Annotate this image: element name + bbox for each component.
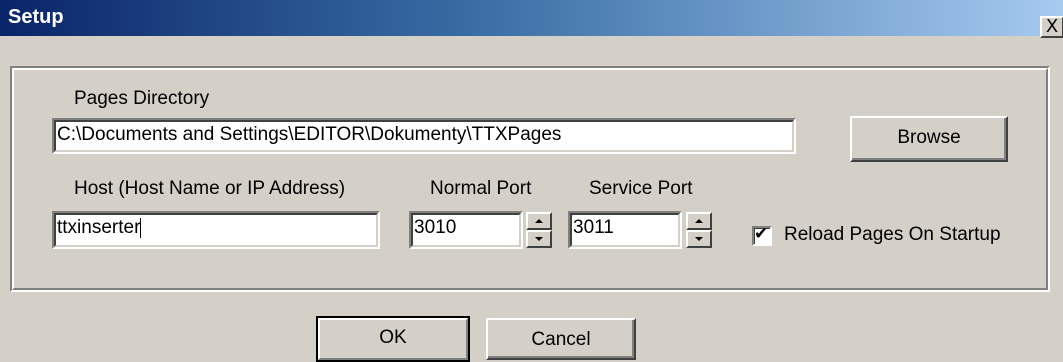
service-port-up-button[interactable] <box>686 212 712 230</box>
normal-port-input[interactable]: 3010 <box>409 211 523 249</box>
close-icon: X <box>1045 16 1059 37</box>
normal-port-value: 3010 <box>414 217 457 238</box>
pages-directory-input[interactable]: C:\Documents and Settings\EDITOR\Dokumen… <box>52 118 796 154</box>
host-value: ttxinserter <box>57 217 141 238</box>
check-mark-icon: ✔ <box>754 224 769 244</box>
text-caret <box>140 217 142 238</box>
host-input[interactable]: ttxinserter <box>52 211 380 249</box>
cancel-button[interactable]: Cancel <box>486 318 636 360</box>
reload-pages-label[interactable]: Reload Pages On Startup <box>784 224 1001 246</box>
reload-pages-checkbox[interactable]: ✔ <box>752 224 772 246</box>
browse-button[interactable]: Browse <box>850 116 1008 162</box>
host-label: Host (Host Name or IP Address) <box>74 178 346 199</box>
ok-button[interactable]: OK <box>316 316 470 362</box>
normal-port-spinner[interactable] <box>526 212 552 248</box>
browse-button-label: Browse <box>897 127 961 148</box>
service-port-down-button[interactable] <box>686 230 712 248</box>
service-port-input[interactable]: 3011 <box>568 211 682 249</box>
normal-port-up-button[interactable] <box>526 212 552 230</box>
service-port-value: 3011 <box>573 217 614 238</box>
spin-up-arrow-icon <box>695 219 703 223</box>
spin-down-arrow-icon <box>535 237 543 241</box>
service-port-spinner[interactable] <box>686 212 712 248</box>
service-port-label: Service Port <box>589 178 693 199</box>
normal-port-down-button[interactable] <box>526 230 552 248</box>
pages-directory-label: Pages Directory <box>74 88 210 109</box>
title-bar[interactable]: Setup <box>0 0 1063 36</box>
spin-up-arrow-icon <box>535 219 543 223</box>
close-button[interactable]: X <box>1040 16 1063 38</box>
ok-button-label: OK <box>379 327 407 348</box>
pages-directory-value: C:\Documents and Settings\EDITOR\Dokumen… <box>57 124 562 145</box>
cancel-button-label: Cancel <box>531 329 591 350</box>
window-title: Setup <box>8 6 64 28</box>
normal-port-label: Normal Port <box>430 178 532 199</box>
spin-down-arrow-icon <box>695 237 703 241</box>
